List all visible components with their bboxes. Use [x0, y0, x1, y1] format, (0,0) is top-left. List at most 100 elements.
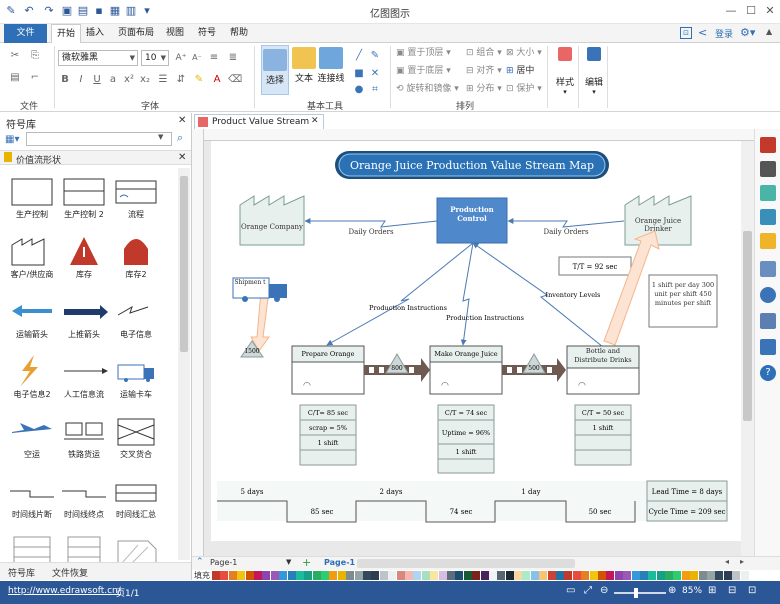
- paste-icon[interactable]: ▤: [8, 71, 22, 85]
- color-swatch[interactable]: [329, 571, 338, 580]
- color-swatch[interactable]: [631, 571, 640, 580]
- color-swatch[interactable]: [270, 571, 279, 580]
- zoom-slider[interactable]: [614, 588, 666, 598]
- tab-home[interactable]: 开始: [51, 24, 81, 44]
- color-swatch[interactable]: [648, 571, 657, 580]
- highlight-icon[interactable]: ✎: [192, 73, 206, 87]
- color-swatch[interactable]: [690, 571, 699, 580]
- library-scrollbar-thumb[interactable]: [180, 176, 188, 352]
- color-swatch[interactable]: [220, 571, 229, 580]
- timeline[interactable]: 5 days 2 days 1 day 85 sec 74 sec 50 sec…: [217, 480, 728, 523]
- page-nav-up-icon[interactable]: ⌃: [196, 557, 204, 567]
- color-swatch[interactable]: [698, 571, 707, 580]
- scroll-right-icon[interactable]: ▸: [740, 557, 744, 566]
- size-button[interactable]: ⊠ 大小 ▾: [506, 47, 542, 59]
- rotate-mirror-button[interactable]: ⟲ 旋转和镜像 ▾: [396, 83, 459, 95]
- color-swatch[interactable]: [514, 571, 523, 580]
- color-swatch[interactable]: [446, 571, 455, 580]
- shape-item[interactable]: 运输箭头: [4, 293, 60, 340]
- font-size-select[interactable]: 10 ▼: [141, 50, 169, 66]
- pen-tool-icon[interactable]: ✎: [368, 49, 382, 63]
- login-link[interactable]: 登录: [715, 27, 733, 40]
- text-direction-icon[interactable]: ⇵: [174, 73, 188, 87]
- crop-tool-icon[interactable]: ⌗: [368, 83, 382, 97]
- tab-file-recovery[interactable]: 文件恢复: [52, 566, 88, 579]
- zoom-out-icon[interactable]: ⊖: [600, 585, 608, 596]
- tab-page-layout[interactable]: 页面布局: [116, 24, 156, 43]
- tab-view[interactable]: 视图: [164, 24, 186, 43]
- edit-button[interactable]: 编辑 ▾: [580, 47, 608, 96]
- color-swatch[interactable]: [732, 571, 741, 580]
- color-swatch[interactable]: [707, 571, 716, 580]
- shape-item[interactable]: 时间线终点: [56, 473, 112, 520]
- color-swatch[interactable]: [455, 571, 464, 580]
- website-link[interactable]: http://www.edrawsoft.cn/: [8, 586, 121, 596]
- bold-icon[interactable]: B: [58, 73, 72, 87]
- color-swatch[interactable]: [597, 571, 606, 580]
- color-swatch[interactable]: [404, 571, 413, 580]
- close-icon[interactable]: ✕: [761, 3, 779, 19]
- maximize-icon[interactable]: ☐: [742, 3, 760, 19]
- color-swatch[interactable]: [723, 571, 732, 580]
- page-tab[interactable]: Page-1: [324, 558, 355, 567]
- color-swatch[interactable]: [413, 571, 422, 580]
- layers-icon[interactable]: [760, 233, 776, 249]
- color-swatch[interactable]: [556, 571, 565, 580]
- data-box-bottle[interactable]: C/T = 50 sec 1 shift: [574, 404, 632, 466]
- tab-symbols[interactable]: 符号: [196, 24, 218, 43]
- clear-format-icon[interactable]: ⌫: [228, 73, 242, 87]
- production-control-box[interactable]: Production Control: [436, 197, 508, 244]
- color-swatch[interactable]: [354, 571, 363, 580]
- font-color-icon[interactable]: A: [210, 73, 224, 87]
- ellipse-tool-icon[interactable]: ●: [352, 83, 366, 97]
- color-swatch[interactable]: [321, 571, 330, 580]
- document-tab[interactable]: Product Value Stream ✕: [194, 114, 324, 130]
- color-swatch[interactable]: [656, 571, 665, 580]
- line-format-icon[interactable]: [760, 161, 776, 177]
- color-swatch[interactable]: [438, 571, 447, 580]
- shape-item[interactable]: 库存2: [108, 233, 164, 280]
- color-swatch[interactable]: [572, 571, 581, 580]
- library-menu-icon[interactable]: ▦▾: [5, 134, 19, 145]
- color-swatch[interactable]: [304, 571, 313, 580]
- cross-tool-icon[interactable]: ✕: [368, 67, 382, 81]
- globe-icon[interactable]: [760, 287, 776, 303]
- color-swatch[interactable]: [228, 571, 237, 580]
- bring-front-button[interactable]: ▣ 置于顶层 ▾: [396, 47, 451, 59]
- shape-item[interactable]: 生产控制: [4, 173, 60, 220]
- color-swatch[interactable]: [212, 571, 220, 580]
- settings-icon[interactable]: ⚙▾: [740, 26, 755, 39]
- shape-item[interactable]: 铁路货运: [56, 413, 112, 460]
- style-button[interactable]: 样式 ▾: [551, 47, 579, 96]
- image-icon[interactable]: [760, 209, 776, 225]
- library-scrollbar[interactable]: [178, 168, 190, 560]
- cut-icon[interactable]: ✂: [8, 49, 22, 63]
- font-family-select[interactable]: 微软雅黑 ▼: [58, 50, 138, 66]
- shape-item[interactable]: 时间线汇总: [108, 473, 164, 520]
- drawing-page[interactable]: Orange Juice Production Value Stream Map…: [211, 141, 741, 541]
- shrink-font-icon[interactable]: A⁻: [190, 51, 204, 65]
- color-swatch[interactable]: [505, 571, 514, 580]
- color-swatch[interactable]: [337, 571, 346, 580]
- color-swatch[interactable]: [564, 571, 573, 580]
- shape-item[interactable]: 流程: [108, 173, 164, 220]
- shape-item[interactable]: 电子信息2: [4, 353, 60, 400]
- zoom-slider-thumb[interactable]: [634, 588, 639, 598]
- underline-icon[interactable]: U: [90, 73, 104, 87]
- center-button[interactable]: ⊞ 居中: [506, 65, 534, 77]
- color-swatch[interactable]: [488, 571, 497, 580]
- tab-help[interactable]: 帮助: [228, 24, 250, 43]
- bullets-icon[interactable]: ☰: [156, 73, 170, 87]
- fullscreen-icon[interactable]: ⤢: [584, 585, 592, 596]
- diagram-title[interactable]: Orange Juice Production Value Stream Map: [335, 151, 609, 179]
- text-tool-button[interactable]: 文本: [290, 47, 318, 84]
- data-box-make-juice[interactable]: C/T = 74 sec Uptime = 96% 1 shift: [437, 404, 495, 474]
- color-swatch[interactable]: [614, 571, 623, 580]
- color-swatch[interactable]: [673, 571, 682, 580]
- color-swatch[interactable]: [740, 571, 749, 580]
- search-icon[interactable]: ⌕: [177, 131, 183, 145]
- align-icon[interactable]: ≣: [226, 51, 240, 65]
- color-swatch[interactable]: [589, 571, 598, 580]
- collapse-ribbon-icon[interactable]: ▲: [766, 27, 772, 36]
- shipment-truck[interactable]: Shipmen t: [232, 277, 287, 302]
